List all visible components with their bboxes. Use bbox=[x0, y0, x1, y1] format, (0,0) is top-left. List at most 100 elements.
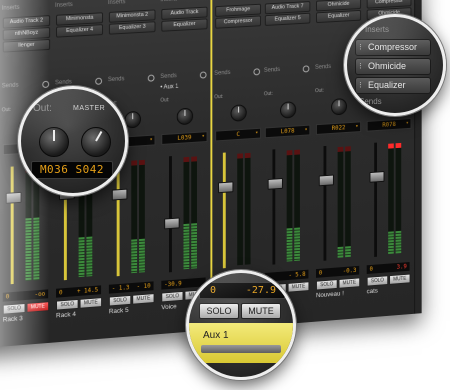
solo-button[interactable]: SOLO bbox=[315, 279, 338, 291]
sends-gear-icon[interactable] bbox=[42, 80, 50, 89]
mute-button[interactable]: MUTE bbox=[338, 277, 361, 289]
channel-name[interactable]: Rack 5 bbox=[109, 305, 156, 315]
meter-fill bbox=[191, 223, 197, 269]
insert-slot[interactable]: Compressor bbox=[215, 15, 262, 29]
peak-indicator bbox=[395, 142, 402, 149]
channel-zoom-callout: 0 -27.9 SOLO MUTE Aux 1 bbox=[186, 270, 296, 380]
insert-slot-ohmicide[interactable]: Ohmicide bbox=[355, 58, 431, 75]
selected-channel-name-area[interactable]: Aux 1 bbox=[189, 323, 293, 363]
output-display[interactable]: M036 S042 bbox=[31, 161, 113, 179]
output-display[interactable]: L078 bbox=[264, 124, 311, 139]
master-label: MASTER bbox=[73, 105, 106, 112]
volume-value: 0 bbox=[5, 293, 10, 301]
level-meter-left bbox=[237, 153, 243, 266]
mute-button[interactable]: MUTE bbox=[132, 293, 155, 305]
insert-slot[interactable]: llenger bbox=[2, 38, 51, 53]
volume-fader[interactable] bbox=[318, 174, 334, 186]
out-label: Out: bbox=[160, 97, 170, 104]
volume-fader[interactable] bbox=[267, 177, 283, 190]
channel-strip[interactable]: InsertsAudio Track 7Equalizer 5SendsOut:… bbox=[261, 0, 315, 326]
output-display[interactable]: R078 bbox=[366, 118, 412, 132]
insert-slot[interactable]: Equalizer bbox=[161, 18, 208, 32]
insert-slot[interactable]: Equalizer 5 bbox=[264, 12, 311, 26]
fader-track bbox=[222, 152, 226, 269]
level-meter-left bbox=[388, 143, 394, 254]
sends-gear-icon[interactable] bbox=[147, 74, 155, 82]
pan-value: -oo bbox=[34, 290, 46, 299]
sends-gear-icon[interactable] bbox=[199, 71, 207, 79]
volume-fader[interactable] bbox=[5, 192, 22, 205]
pan-knob[interactable] bbox=[176, 107, 194, 126]
fader-track bbox=[272, 149, 276, 265]
sends-gear-icon[interactable] bbox=[302, 65, 310, 73]
meter-fill bbox=[131, 239, 138, 274]
mute-button[interactable]: MUTE bbox=[389, 273, 411, 285]
solo-button[interactable]: SOLO bbox=[161, 290, 184, 303]
volume-fader[interactable] bbox=[164, 216, 180, 229]
peak-indicator bbox=[237, 153, 243, 159]
pan-knob[interactable] bbox=[230, 104, 247, 122]
level-meter-left bbox=[337, 146, 344, 258]
out-label: Out: bbox=[1, 106, 12, 114]
solo-button[interactable]: SOLO bbox=[199, 303, 239, 319]
value-display: - 1.3 - 10 bbox=[108, 281, 154, 294]
fader-track bbox=[323, 145, 327, 261]
channel-name[interactable]: Rack 3 bbox=[3, 313, 50, 324]
meter-fill bbox=[78, 237, 85, 278]
level-meter-left bbox=[25, 167, 32, 282]
insert-slot[interactable]: Equalizer 3 bbox=[108, 21, 156, 35]
send-item[interactable]: • Aux 1 bbox=[160, 84, 178, 91]
sends-label: Sends bbox=[214, 69, 231, 77]
output-knob-right[interactable] bbox=[81, 127, 111, 157]
channel-name[interactable]: Nouveau ! bbox=[316, 289, 361, 299]
sends-gear-icon[interactable] bbox=[253, 68, 261, 76]
meter-fill bbox=[388, 231, 394, 254]
output-display[interactable]: L039 bbox=[161, 131, 208, 145]
solo-button[interactable]: SOLO bbox=[108, 294, 132, 307]
fader-track bbox=[374, 142, 377, 257]
meter-fill bbox=[337, 246, 344, 258]
meter-fill bbox=[294, 227, 300, 262]
sends-label: Sends bbox=[263, 67, 281, 74]
solo-button[interactable]: SOLO bbox=[56, 298, 79, 311]
out-label: Out: bbox=[315, 87, 324, 95]
level-meter-right bbox=[139, 159, 145, 273]
mute-button[interactable]: MUTE bbox=[241, 303, 281, 319]
volume-fader[interactable] bbox=[218, 180, 234, 193]
out-label: Out: bbox=[214, 93, 224, 101]
inserts-label: Inserts bbox=[160, 0, 177, 3]
insert-slot[interactable]: Equalizer bbox=[315, 9, 362, 24]
output-display[interactable]: R022 bbox=[315, 121, 362, 135]
output-knob-left[interactable] bbox=[39, 127, 69, 157]
insert-slot-equalizer[interactable]: Equalizer bbox=[355, 77, 431, 94]
volume-fader[interactable] bbox=[369, 170, 385, 183]
solo-button[interactable]: SOLO bbox=[2, 302, 26, 315]
pan-knob[interactable] bbox=[124, 110, 141, 129]
channel-color-bar bbox=[201, 345, 281, 353]
channel-name[interactable]: cats bbox=[367, 285, 412, 296]
mute-button[interactable]: MUTE bbox=[26, 301, 50, 313]
sends-gear-icon[interactable] bbox=[95, 77, 103, 85]
sends-label: Sends bbox=[107, 76, 125, 84]
meter-fill bbox=[345, 245, 351, 258]
volume-fader[interactable] bbox=[111, 188, 128, 201]
channel-name[interactable]: Rack 4 bbox=[56, 309, 103, 319]
meter-fill bbox=[395, 231, 402, 254]
db-scale bbox=[316, 141, 322, 258]
solo-button[interactable]: SOLO bbox=[366, 275, 389, 287]
pan-value: -0.3 bbox=[342, 267, 357, 275]
mute-button[interactable]: MUTE bbox=[287, 281, 310, 293]
level-meter-left bbox=[131, 160, 138, 274]
volume-value: -30.9 bbox=[164, 280, 182, 289]
meter-fill bbox=[139, 238, 145, 273]
channel-name: Aux 1 bbox=[203, 330, 229, 341]
level-meter-right bbox=[345, 146, 351, 258]
mute-button[interactable]: MUTE bbox=[79, 297, 103, 309]
insert-slot[interactable]: Equalizer 4 bbox=[56, 24, 104, 38]
value-display: 0 + 14.5 bbox=[56, 285, 102, 298]
pan-value: - 5.8 bbox=[288, 270, 306, 279]
pan-knob[interactable] bbox=[280, 101, 297, 119]
pan-knob[interactable] bbox=[331, 97, 348, 116]
insert-slot-compressor[interactable]: Compressor bbox=[355, 39, 431, 56]
output-display[interactable]: C bbox=[215, 127, 262, 142]
